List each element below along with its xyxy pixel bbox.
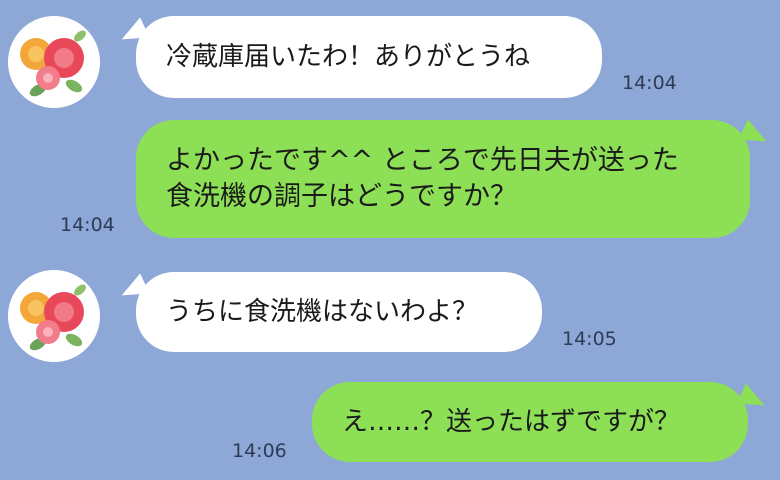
message-text: 冷蔵庫届いたわ！ありがとうね <box>166 42 531 72</box>
message-bubble[interactable]: え……？送ったはずですが？ <box>312 382 748 462</box>
message-text: うちに食洗機はないわよ？ <box>166 297 479 327</box>
message-text: え……？送ったはずですが？ <box>342 407 681 437</box>
message-bubble[interactable]: 冷蔵庫届いたわ！ありがとうね <box>136 16 602 98</box>
message-time: 14:06 <box>232 440 287 462</box>
message-text: よかったです^^ ところで先日夫が送った 食洗機の調子はどうですか？ <box>166 145 679 212</box>
avatar[interactable] <box>8 16 100 108</box>
avatar[interactable] <box>8 270 100 362</box>
rose-bouquet-icon <box>8 16 100 108</box>
message-time: 14:04 <box>60 214 115 236</box>
message-bubble[interactable]: よかったです^^ ところで先日夫が送った 食洗機の調子はどうですか？ <box>136 120 750 238</box>
message-time: 14:04 <box>622 72 677 94</box>
rose-bouquet-icon <box>8 270 100 362</box>
message-bubble[interactable]: うちに食洗機はないわよ？ <box>136 272 542 352</box>
message-time: 14:05 <box>562 328 617 350</box>
